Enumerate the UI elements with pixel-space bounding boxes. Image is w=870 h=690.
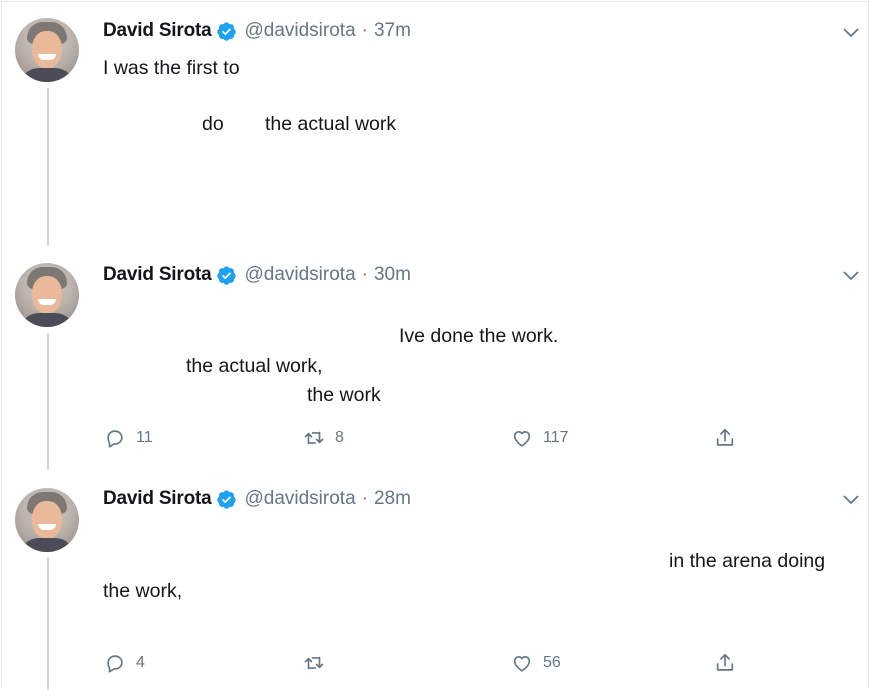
reply-count: 11 [136,429,153,446]
retweet-count: 8 [335,429,344,446]
tweet-text-line: the actual work, [186,355,323,377]
thread-connector [47,88,49,246]
tweet-actions: 11 8 117 [0,427,870,453]
author-name[interactable]: David Sirota [103,488,212,510]
author-name[interactable]: David Sirota [103,264,212,286]
separator-dot: · [361,488,368,509]
tweet-text-line: I was the first to [103,57,240,79]
separator-dot: · [361,20,368,41]
separator-dot: · [361,264,368,285]
tweet-text-line: in the arena doing [669,550,826,572]
share-button[interactable] [714,427,746,449]
author-handle[interactable]: @davidsirota [244,20,355,42]
tweet-text-line: the actual work [265,113,397,135]
tweet-timestamp[interactable]: 30m [374,264,411,286]
tweet-actions: 4 56 [0,652,870,678]
chevron-down-icon[interactable] [842,27,860,39]
tweet-header: David Sirota @davidsirota · 30m [103,263,411,287]
like-button[interactable]: 56 [511,652,561,674]
tweet-header: David Sirota @davidsirota · 37m [103,19,411,43]
retweet-button[interactable] [303,652,335,674]
avatar[interactable] [15,18,79,82]
tweet-timestamp[interactable]: 28m [374,488,411,510]
author-handle[interactable]: @davidsirota [244,488,355,510]
verified-badge-icon [217,21,237,41]
tweet-text-line: do [202,113,224,135]
share-icon [716,653,734,671]
chevron-down-icon[interactable] [842,270,860,282]
tweet-text-line: the work, [103,580,183,602]
avatar[interactable] [15,263,79,327]
verified-badge-icon [217,489,237,509]
retweet-icon [304,431,324,445]
reply-count: 4 [136,654,145,671]
reply-button[interactable]: 4 [104,652,145,674]
verified-badge-icon [217,265,237,285]
retweet-icon [304,656,324,670]
author-handle[interactable]: @davidsirota [244,264,355,286]
avatar[interactable] [15,488,79,552]
tweet-timestamp[interactable]: 37m [374,20,411,42]
like-icon [513,655,531,672]
chevron-down-icon[interactable] [842,494,860,506]
tweet-text-line: the work [307,384,381,406]
author-name[interactable]: David Sirota [103,20,212,42]
reply-icon [107,430,123,448]
share-button[interactable] [714,652,746,674]
reply-icon [107,655,123,673]
share-icon [716,428,734,446]
reply-button[interactable]: 11 [104,427,153,449]
like-count: 117 [543,429,569,446]
retweet-button[interactable]: 8 [303,427,344,449]
tweet-text-line: Ive done the work. [399,325,559,347]
like-button[interactable]: 117 [511,427,569,449]
like-icon [513,430,531,447]
tweet-header: David Sirota @davidsirota · 28m [103,487,411,511]
like-count: 56 [543,654,561,671]
